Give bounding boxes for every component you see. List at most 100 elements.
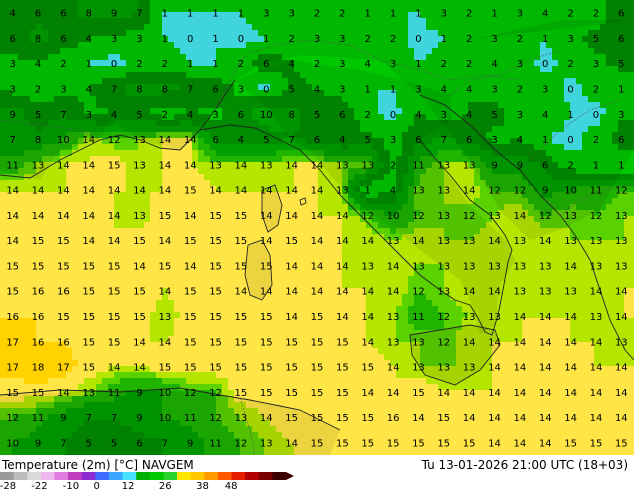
field-cell [348,216,355,223]
field-cell [276,168,283,175]
field-cell [450,144,457,151]
field-cell [120,210,127,217]
field-cell [594,228,601,235]
field-cell [606,204,613,211]
field-cell [78,252,85,259]
field-cell [228,96,235,103]
field-cell [222,126,229,133]
field-cell [150,276,157,283]
field-cell [138,228,145,235]
field-cell [312,204,319,211]
field-cell [294,204,301,211]
field-cell [198,180,205,187]
field-cell [138,222,145,229]
field-cell [222,138,229,145]
field-cell [606,216,613,223]
field-cell [516,276,523,283]
field-cell [378,66,385,73]
field-cell [150,192,157,199]
field-cell [42,252,49,259]
field-cell [222,264,229,271]
field-cell [54,276,61,283]
field-cell [606,198,613,205]
field-cell [372,252,379,259]
field-cell [150,204,157,211]
field-cell [102,222,109,229]
field-cell [48,198,55,205]
field-cell [0,204,7,211]
field-cell [126,228,133,235]
field-cell [438,150,445,157]
field-cell [72,264,79,271]
field-cell [144,276,151,283]
field-cell [522,252,529,259]
field-cell [282,252,289,259]
field-cell [84,150,91,157]
field-cell [204,204,211,211]
field-cell [114,126,121,133]
field-cell [240,198,247,205]
field-cell [12,222,19,229]
field-cell [222,114,229,121]
field-cell [606,228,613,235]
field-cell [600,252,607,259]
field-cell [96,228,103,235]
field-cell [450,162,457,169]
field-cell [48,180,55,187]
field-cell [120,192,127,199]
field-cell [210,276,217,283]
field-cell [174,162,181,169]
field-cell [360,228,367,235]
field-cell [96,258,103,265]
field-cell [330,276,337,283]
field-cell [246,222,253,229]
field-cell [228,114,235,121]
field-cell [630,228,634,235]
field-cell [582,264,589,271]
field-cell [72,234,79,241]
field-cell [384,276,391,283]
field-cell [264,174,271,181]
field-cell [210,198,217,205]
field-cell [150,168,157,175]
field-cell [24,192,31,199]
field-cell [150,216,157,223]
field-cell [96,234,103,241]
field-cell [126,198,133,205]
field-cell [630,186,634,193]
field-cell [198,252,205,259]
field-cell [120,252,127,259]
field-cell [276,162,283,169]
field-cell [198,228,205,235]
field-cell [96,222,103,229]
field-cell [252,174,259,181]
field-cell [126,156,133,163]
field-cell [108,204,115,211]
field-cell [24,204,31,211]
field-cell [24,246,31,253]
field-cell [96,270,103,277]
field-cell [96,156,103,163]
field-cell [348,258,355,265]
field-cell [252,168,259,175]
field-cell [162,174,169,181]
field-cell [240,252,247,259]
field-cell [480,198,487,205]
field-cell [222,132,229,139]
field-cell [186,204,193,211]
field-cell [30,222,37,229]
field-cell [12,276,19,283]
field-cell [96,162,103,169]
field-cell [300,228,307,235]
field-cell [378,258,385,265]
field-cell [534,276,541,283]
field-cell [438,276,445,283]
field-cell [312,228,319,235]
field-cell [30,228,37,235]
field-cell [564,228,571,235]
field-cell [294,174,301,181]
field-cell [246,114,253,121]
field-cell [108,174,115,181]
field-cell [402,264,409,271]
field-cell [96,180,103,187]
